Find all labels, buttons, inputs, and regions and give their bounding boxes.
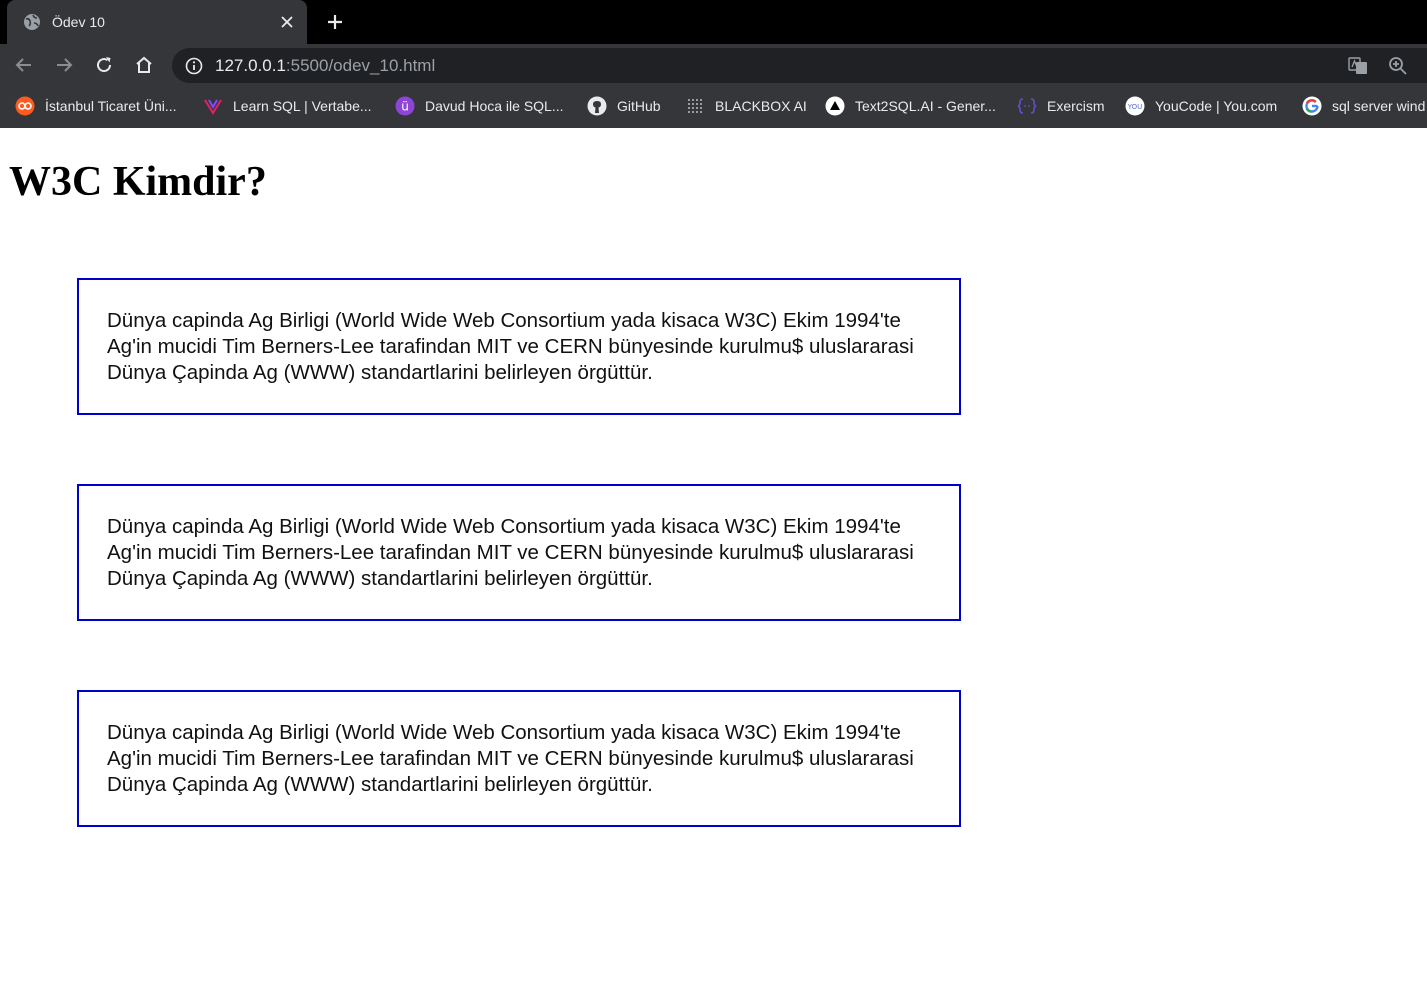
tab-strip: Ödev 10 — [0, 0, 1427, 44]
bookmark-blackbox-ai[interactable]: BLACKBOX AI — [685, 95, 807, 117]
bookmark-label: Davud Hoca ile SQL... — [425, 98, 564, 114]
bookmarks-bar: İstanbul Ticaret Üni... Learn SQL | Vert… — [0, 86, 1427, 128]
bookmark-label: İstanbul Ticaret Üni... — [45, 98, 177, 114]
globe-icon — [23, 13, 41, 31]
you-com-icon: YOU — [1125, 96, 1145, 116]
url-host: 127.0.0.1 — [215, 56, 286, 75]
close-icon[interactable] — [277, 12, 297, 32]
address-bar[interactable]: 127.0.0.1:5500/odev_10.html — [172, 48, 1427, 83]
tab-title: Ödev 10 — [52, 14, 105, 30]
bookmark-github[interactable]: GitHub — [587, 95, 661, 117]
tab-odev-10[interactable]: Ödev 10 — [7, 0, 307, 44]
bookmark-label: BLACKBOX AI — [715, 98, 807, 114]
vertabelo-logo-icon — [203, 96, 223, 116]
info-icon[interactable] — [184, 56, 204, 76]
bookmark-label: Exercism — [1047, 98, 1105, 114]
home-icon[interactable] — [130, 51, 158, 79]
bookmark-istanbul-ticaret[interactable]: İstanbul Ticaret Üni... — [15, 95, 177, 117]
translate-icon[interactable] — [1347, 56, 1369, 76]
bookmark-vertabelo[interactable]: Learn SQL | Vertabe... — [203, 95, 372, 117]
page-content: W3C Kimdir? Dünya capinda Ag Birligi (Wo… — [0, 128, 1427, 1008]
url-path: :5500/odev_10.html — [285, 56, 436, 75]
page-title: W3C Kimdir? — [9, 159, 267, 205]
svg-text:YOU: YOU — [1127, 103, 1143, 111]
text2sql-icon — [825, 96, 845, 116]
back-arrow-icon[interactable] — [10, 51, 38, 79]
bookmark-davud-hoca[interactable]: ü Davud Hoca ile SQL... — [395, 95, 564, 117]
bookmark-label: sql server wind — [1332, 98, 1426, 114]
info-box: Dünya capinda Ag Birligi (World Wide Web… — [77, 484, 961, 621]
bookmark-youcode[interactable]: YOU YouCode | You.com — [1125, 95, 1277, 117]
reload-icon[interactable] — [90, 51, 118, 79]
info-box: Dünya capinda Ag Birligi (World Wide Web… — [77, 278, 961, 415]
bookmark-label: Text2SQL.AI - Gener... — [855, 98, 996, 114]
plus-icon[interactable] — [322, 9, 348, 35]
forward-arrow-icon[interactable] — [50, 51, 78, 79]
bookmark-label: GitHub — [617, 98, 661, 114]
url-text[interactable]: 127.0.0.1:5500/odev_10.html — [215, 56, 435, 76]
bookmark-label: YouCode | You.com — [1155, 98, 1278, 114]
bookmark-label: Learn SQL | Vertabe... — [233, 98, 372, 114]
blackbox-ai-icon — [685, 96, 705, 116]
svg-text:ü: ü — [401, 100, 409, 114]
info-paragraph: Dünya capinda Ag Birligi (World Wide Web… — [107, 309, 914, 384]
info-box: Dünya capinda Ag Birligi (World Wide Web… — [77, 690, 961, 827]
bookmark-exercism[interactable]: Exercism — [1017, 95, 1105, 117]
exercism-icon — [1017, 96, 1037, 116]
github-icon — [587, 96, 607, 116]
bookmark-text2sql[interactable]: Text2SQL.AI - Gener... — [825, 95, 996, 117]
google-icon — [1302, 96, 1322, 116]
info-paragraph: Dünya capinda Ag Birligi (World Wide Web… — [107, 515, 914, 590]
browser-toolbar: 127.0.0.1:5500/odev_10.html — [0, 44, 1427, 86]
davud-hoca-logo-icon: ü — [395, 96, 415, 116]
istanbul-ticaret-logo-icon — [15, 96, 35, 116]
zoom-icon[interactable] — [1387, 56, 1409, 76]
info-paragraph: Dünya capinda Ag Birligi (World Wide Web… — [107, 721, 914, 796]
bookmark-sql-server[interactable]: sql server wind — [1302, 95, 1425, 117]
